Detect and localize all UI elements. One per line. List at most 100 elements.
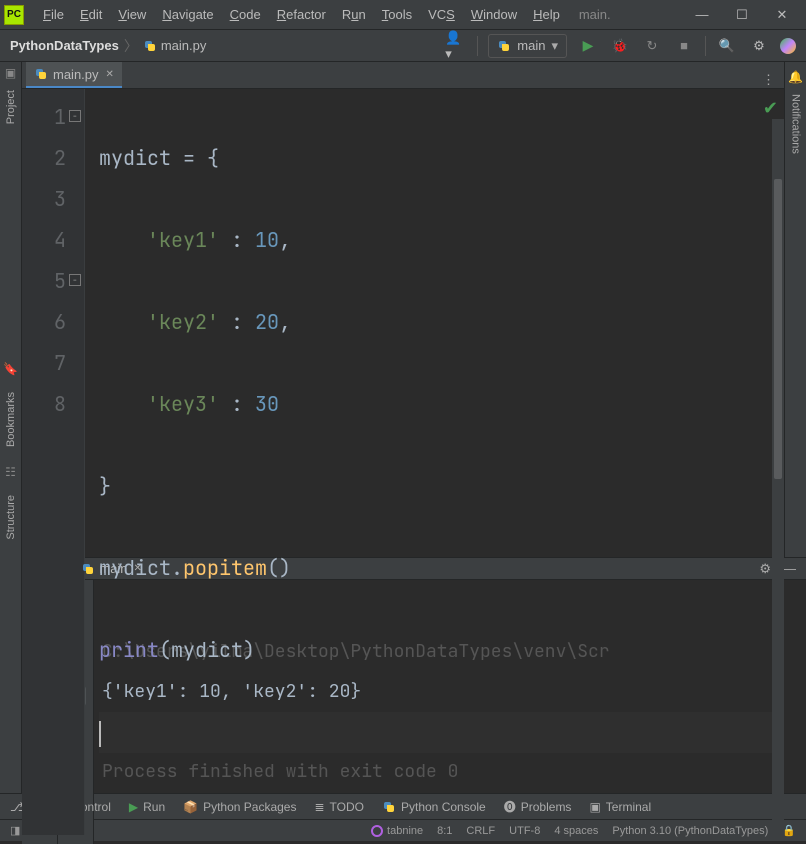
run-coverage-button[interactable]: ↻: [641, 35, 663, 57]
window-close[interactable]: ✕: [762, 1, 802, 29]
chevron-down-icon: ▾: [551, 38, 558, 54]
window-maximize[interactable]: ☐: [722, 1, 762, 29]
menu-refactor[interactable]: Refactor: [270, 3, 333, 26]
editor-tab-more-icon[interactable]: ⋮: [762, 72, 776, 88]
bell-icon[interactable]: 🔔: [788, 70, 803, 84]
code-text: 'key3': [147, 391, 219, 417]
main-menu: File Edit View Navigate Code Refactor Ru…: [36, 3, 567, 26]
code-text: (: [159, 637, 171, 663]
breadcrumb-file-label: main.py: [161, 38, 207, 53]
main-area: ▣ Project main.py ✕ ⋮ 1 2 3 4 5 6 7 8 −: [0, 62, 806, 557]
titlebar: PC File Edit View Navigate Code Refactor…: [0, 0, 806, 30]
hide-panel-icon[interactable]: —: [783, 561, 796, 577]
plugin-badge-icon[interactable]: [780, 38, 796, 54]
run-config-label: main: [517, 38, 545, 53]
lock-icon[interactable]: 🔒: [782, 824, 796, 837]
menu-file[interactable]: File: [36, 3, 71, 26]
line-number: 5: [22, 261, 66, 302]
notifications-rail-label[interactable]: Notifications: [788, 88, 804, 160]
menu-help[interactable]: Help: [526, 3, 567, 26]
code-text: mydict: [99, 145, 183, 171]
line-number: 7: [22, 343, 66, 384]
code-text: :: [219, 391, 255, 417]
code-text: ,: [279, 227, 291, 253]
inspection-ok-icon[interactable]: ✔: [763, 97, 778, 120]
code-text: mydict.: [99, 555, 183, 581]
python-file-icon: [143, 39, 157, 53]
code-area[interactable]: mydict = { 'key1' : 10, 'key2' : 20, 'ke…: [85, 89, 784, 835]
tool-windows-icon[interactable]: ◨: [10, 824, 20, 837]
line-number: 2: [22, 138, 66, 179]
code-text: 'key1': [147, 227, 219, 253]
separator: [705, 36, 706, 56]
scrollbar-thumb[interactable]: [774, 179, 782, 479]
settings-icon[interactable]: ⚙: [748, 35, 770, 57]
python-file-icon: [34, 67, 48, 81]
title-current-file: main.: [579, 7, 611, 22]
code-text: }: [99, 473, 111, 499]
project-rail-label[interactable]: Project: [3, 84, 19, 130]
menu-view[interactable]: View: [111, 3, 153, 26]
navbar: PythonDataTypes 〉 main.py 👤▾ main ▾ ▶ 🐞 …: [0, 30, 806, 62]
breadcrumb-file[interactable]: main.py: [143, 38, 207, 53]
user-with-icon[interactable]: 👤▾: [445, 35, 467, 57]
code-text: ,: [279, 309, 291, 335]
caret: [99, 721, 101, 747]
structure-rail-label[interactable]: Structure: [3, 489, 19, 546]
window-minimize[interactable]: —: [682, 1, 722, 29]
editor-body[interactable]: 1 2 3 4 5 6 7 8 − − mydict = { 'key1' : …: [22, 89, 784, 835]
menu-window[interactable]: Window: [464, 3, 524, 26]
right-tool-rail: 🔔 Notifications: [784, 62, 806, 557]
code-text: mydict: [171, 637, 243, 663]
python-icon: [382, 800, 396, 814]
fold-marker-close[interactable]: −: [69, 274, 81, 286]
code-text: [99, 309, 147, 335]
code-text: 20: [255, 309, 279, 335]
bookmarks-rail-label[interactable]: Bookmarks: [3, 386, 19, 453]
code-text: print: [99, 637, 159, 663]
project-rail-icon[interactable]: ▣: [5, 66, 16, 80]
code-text: 10: [255, 227, 279, 253]
python-icon: [81, 562, 95, 576]
menu-edit[interactable]: Edit: [73, 3, 109, 26]
fold-marker-open[interactable]: −: [69, 110, 81, 122]
left-secondary-rail: 🔖 Bookmarks ☷ Structure: [0, 362, 22, 772]
search-icon[interactable]: 🔍: [716, 35, 738, 57]
code-text: [99, 227, 147, 253]
code-text: [99, 391, 147, 417]
code-text: :: [219, 309, 255, 335]
line-number: 6: [22, 302, 66, 343]
run-button[interactable]: ▶: [577, 35, 599, 57]
menu-run[interactable]: Run: [335, 3, 373, 26]
line-number: 8: [22, 384, 66, 425]
editor-scrollbar[interactable]: [772, 119, 784, 835]
menu-code[interactable]: Code: [223, 3, 268, 26]
breadcrumb-separator: 〉: [124, 36, 138, 56]
debug-button[interactable]: 🐞: [609, 35, 631, 57]
editor-tab-label: main.py: [53, 67, 99, 82]
pycharm-app-icon: PC: [4, 5, 24, 25]
editor-tab-main[interactable]: main.py ✕: [26, 62, 122, 88]
python-icon: [497, 39, 511, 53]
code-text: = {: [183, 145, 219, 171]
close-tab-icon[interactable]: ✕: [106, 69, 114, 80]
line-number: 3: [22, 179, 66, 220]
code-text: :: [219, 227, 255, 253]
stop-button[interactable]: ■: [673, 35, 695, 57]
code-text: 30: [255, 391, 279, 417]
line-number: 4: [22, 220, 66, 261]
menu-navigate[interactable]: Navigate: [155, 3, 220, 26]
run-configuration-selector[interactable]: main ▾: [488, 34, 567, 58]
breadcrumb-project[interactable]: PythonDataTypes: [10, 38, 119, 53]
bookmark-icon[interactable]: 🔖: [3, 362, 18, 376]
code-text: (): [267, 555, 291, 581]
separator: [477, 36, 478, 56]
structure-icon[interactable]: ☷: [5, 465, 16, 479]
line-number: 1: [22, 97, 66, 138]
editor: main.py ✕ ⋮ 1 2 3 4 5 6 7 8 − − mydict =…: [22, 62, 784, 557]
gutter: 1 2 3 4 5 6 7 8: [22, 89, 85, 835]
code-text: 'key2': [147, 309, 219, 335]
menu-vcs[interactable]: VCS: [421, 3, 462, 26]
menu-tools[interactable]: Tools: [375, 3, 419, 26]
code-text: ): [243, 637, 255, 663]
